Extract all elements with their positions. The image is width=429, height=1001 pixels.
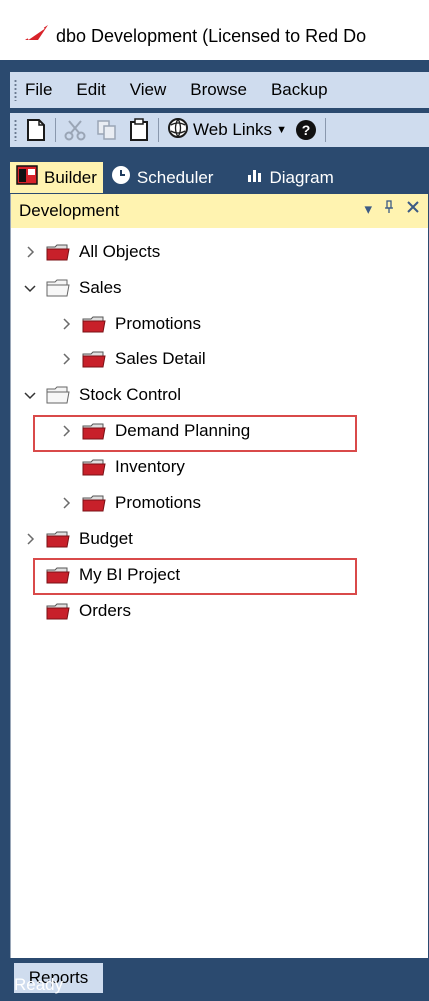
tree-item-budget[interactable]: Budget <box>21 524 133 554</box>
dropdown-arrow-icon: ▼ <box>276 124 287 136</box>
clock-icon <box>111 165 131 190</box>
diagram-icon <box>247 167 263 188</box>
tree-item-label: Promotions <box>115 493 201 512</box>
red-folder-icon <box>81 457 107 477</box>
tree-item-inventory[interactable]: Inventory <box>75 452 185 482</box>
new-icon[interactable] <box>25 115 47 145</box>
tab-builder-label: Builder <box>44 167 97 187</box>
close-icon[interactable] <box>406 200 420 218</box>
tree-item-label: Inventory <box>115 457 185 476</box>
tree-item-label: Promotions <box>115 314 201 333</box>
grip-handle[interactable] <box>14 119 17 141</box>
chevron-right-icon[interactable] <box>57 497 75 509</box>
chevron-down-icon[interactable] <box>21 390 39 400</box>
red-folder-icon <box>81 314 107 334</box>
app-logo-icon <box>24 24 50 47</box>
tree-item-promotions[interactable]: Promotions <box>57 309 201 339</box>
toolbar: Web Links ▼ ? <box>10 113 429 147</box>
tab-scheduler[interactable]: Scheduler <box>105 162 220 193</box>
web-links-button[interactable]: Web Links ▼ <box>167 117 287 144</box>
chevron-right-icon[interactable] <box>21 533 39 545</box>
tab-scheduler-label: Scheduler <box>136 167 214 187</box>
window-title: dbo Development (Licensed to Red Do <box>56 26 367 46</box>
tree-item-label: Sales Detail <box>115 349 206 368</box>
title-bar: dbo Development (Licensed to Red Do <box>0 0 429 60</box>
tab-builder[interactable]: Builder <box>10 162 103 193</box>
tab-diagram[interactable]: Diagram <box>241 162 339 193</box>
tree-item-promotions[interactable]: Promotions <box>57 488 201 518</box>
menu-backup[interactable]: Backup <box>271 80 328 100</box>
tree-item-label: Budget <box>79 529 133 548</box>
menu-view[interactable]: View <box>130 80 167 100</box>
red-folder-icon <box>81 493 107 513</box>
tree-item-sales[interactable]: Sales <box>21 273 122 303</box>
svg-text:?: ? <box>302 122 311 138</box>
globe-icon <box>167 117 189 144</box>
tree-item-all-objects[interactable]: All Objects <box>21 237 160 267</box>
red-folder-icon <box>81 349 107 369</box>
toolbar-separator <box>55 118 56 142</box>
tree-item-label: Sales <box>79 278 122 297</box>
gray-folder-icon <box>45 385 71 405</box>
status-text: Ready <box>14 975 64 994</box>
view-tabs: Builder Scheduler Diagram <box>10 160 429 193</box>
cut-icon[interactable] <box>64 115 86 145</box>
tree-item-label: Orders <box>79 601 131 620</box>
dropdown-arrow-icon[interactable]: ▾ <box>364 200 372 218</box>
menu-browse[interactable]: Browse <box>190 80 247 100</box>
tab-diagram-label: Diagram <box>269 167 334 187</box>
toolbar-separator <box>324 118 326 142</box>
red-folder-icon <box>45 242 71 262</box>
highlight-my-bi-project <box>33 558 357 595</box>
chevron-down-icon[interactable] <box>21 283 39 293</box>
chevron-right-icon[interactable] <box>57 353 75 365</box>
highlight-demand-planning <box>33 415 357 452</box>
tree-item-orders[interactable]: Orders <box>39 596 131 626</box>
chevron-right-icon[interactable] <box>57 318 75 330</box>
toolbar-separator <box>158 118 159 142</box>
panel-title: Development <box>19 201 120 220</box>
paste-icon[interactable] <box>128 115 150 145</box>
help-icon[interactable]: ? <box>295 115 317 145</box>
gray-folder-icon <box>45 278 71 298</box>
tree-item-sales-detail[interactable]: Sales Detail <box>57 344 206 374</box>
menu-file[interactable]: File <box>25 80 52 100</box>
tree-item-label: All Objects <box>79 242 161 261</box>
panel-header: Development ▾ <box>11 194 428 228</box>
grip-handle[interactable] <box>14 79 17 101</box>
menu-edit[interactable]: Edit <box>76 80 105 100</box>
tree-item-label: Stock Control <box>79 385 182 404</box>
pin-icon[interactable] <box>384 200 394 218</box>
web-links-label: Web Links <box>193 120 273 139</box>
builder-icon <box>16 165 38 190</box>
red-folder-icon <box>45 529 71 549</box>
tree-item-stock-control[interactable]: Stock Control <box>21 380 181 410</box>
menu-bar: File Edit View Browse Backup <box>10 72 429 108</box>
chevron-right-icon[interactable] <box>21 246 39 258</box>
red-folder-icon <box>45 601 71 621</box>
explorer-panel: Development ▾ All Objects Sales Promotio… <box>10 194 428 958</box>
copy-icon[interactable] <box>96 115 118 145</box>
